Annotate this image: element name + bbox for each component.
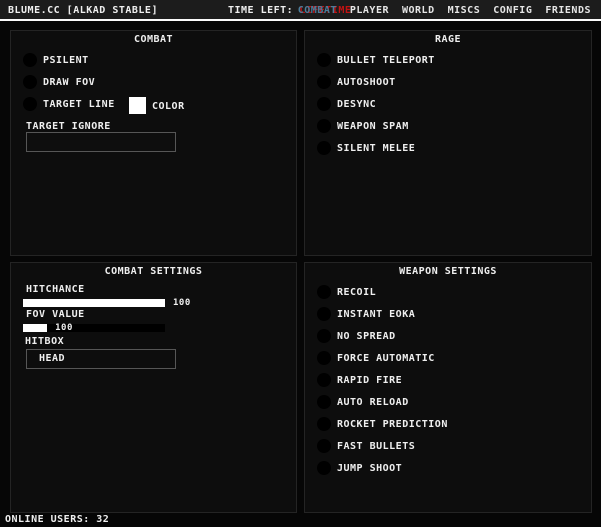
checkbox-recoil[interactable]: RECOIL bbox=[317, 281, 448, 303]
checkbox-circle-icon[interactable] bbox=[317, 307, 331, 321]
target-ignore-input[interactable] bbox=[26, 132, 176, 152]
tab-config[interactable]: CONFIG bbox=[493, 5, 532, 16]
checkbox-circle-icon[interactable] bbox=[317, 417, 331, 431]
checkbox-circle-icon[interactable] bbox=[23, 97, 37, 111]
panel-combat: COMBAT PSILENTDRAW FOVTARGET LINE COLOR … bbox=[10, 30, 297, 256]
checkbox-draw-fov[interactable]: DRAW FOV bbox=[23, 71, 115, 93]
hitbox-selected-value: HEAD bbox=[39, 353, 65, 364]
checkbox-label: FORCE AUTOMATIC bbox=[337, 353, 435, 364]
time-left-label: TIME LEFT: bbox=[228, 5, 293, 16]
checkbox-label: JUMP SHOOT bbox=[337, 463, 402, 474]
checkbox-circle-icon[interactable] bbox=[23, 53, 37, 67]
checkbox-circle-icon[interactable] bbox=[317, 439, 331, 453]
checkbox-fast-bullets[interactable]: FAST BULLETS bbox=[317, 435, 448, 457]
titlebar: BLUME.CC [ALKAD STABLE] TIME LEFT:LIFETI… bbox=[0, 0, 601, 21]
checkbox-circle-icon[interactable] bbox=[317, 75, 331, 89]
hitbox-dropdown[interactable]: HEAD bbox=[26, 349, 176, 369]
checkbox-label: TARGET LINE bbox=[43, 99, 115, 110]
fov-value-label: FOV VALUE bbox=[26, 309, 85, 320]
checkbox-label: BULLET TELEPORT bbox=[337, 55, 435, 66]
checkbox-label: AUTO RELOAD bbox=[337, 397, 409, 408]
checkbox-label: DRAW FOV bbox=[43, 77, 95, 88]
checkbox-no-spread[interactable]: NO SPREAD bbox=[317, 325, 448, 347]
hitchance-slider[interactable]: 100 bbox=[23, 299, 165, 307]
checkbox-rocket-prediction[interactable]: ROCKET PREDICTION bbox=[317, 413, 448, 435]
checkbox-desync[interactable]: DESYNC bbox=[317, 93, 435, 115]
checkbox-circle-icon[interactable] bbox=[317, 395, 331, 409]
weapon-toggle-list: RECOIL INSTANT EOKA NO SPREAD FORCE AUTOMAT… bbox=[317, 281, 448, 479]
checkbox-label: FAST BULLETS bbox=[337, 441, 415, 452]
checkbox-instant-eoka[interactable]: INSTANT EOKA bbox=[317, 303, 448, 325]
fov-value-slider[interactable]: 100 bbox=[23, 324, 165, 332]
checkbox-label: ROCKET PREDICTION bbox=[337, 419, 448, 430]
checkbox-label: RAPID FIRE bbox=[337, 375, 402, 386]
checkbox-circle-icon[interactable] bbox=[317, 373, 331, 387]
checkbox-force-automatic[interactable]: FORCE AUTOMATIC bbox=[317, 347, 448, 369]
checkbox-target-line[interactable]: TARGET LINE bbox=[23, 93, 115, 115]
panel-combat-settings-title: COMBAT SETTINGS bbox=[11, 266, 296, 277]
checkbox-circle-icon[interactable] bbox=[317, 97, 331, 111]
checkbox-psilent[interactable]: PSILENT bbox=[23, 49, 115, 71]
checkbox-label: RECOIL bbox=[337, 287, 376, 298]
tab-bar: COMBAT PLAYER WORLD MISCS CONFIG FRIENDS bbox=[298, 5, 591, 16]
panel-rage-title: RAGE bbox=[305, 34, 591, 45]
checkbox-jump-shoot[interactable]: JUMP SHOOT bbox=[317, 457, 448, 479]
panel-combat-title: COMBAT bbox=[11, 34, 296, 45]
hitchance-value: 100 bbox=[173, 298, 191, 308]
checkbox-label: INSTANT EOKA bbox=[337, 309, 415, 320]
checkbox-label: PSILENT bbox=[43, 55, 89, 66]
checkbox-autoshoot[interactable]: AUTOSHOOT bbox=[317, 71, 435, 93]
panel-weapon-settings-title: WEAPON SETTINGS bbox=[305, 266, 591, 277]
checkbox-weapon-spam[interactable]: WEAPON SPAM bbox=[317, 115, 435, 137]
checkbox-circle-icon[interactable] bbox=[317, 285, 331, 299]
app-title: BLUME.CC [ALKAD STABLE] bbox=[8, 5, 158, 16]
checkbox-bullet-teleport[interactable]: BULLET TELEPORT bbox=[317, 49, 435, 71]
tab-world[interactable]: WORLD bbox=[402, 5, 435, 16]
tab-friends[interactable]: FRIENDS bbox=[545, 5, 591, 16]
checkbox-circle-icon[interactable] bbox=[317, 53, 331, 67]
checkbox-label: DESYNC bbox=[337, 99, 376, 110]
checkbox-label: NO SPREAD bbox=[337, 331, 396, 342]
checkbox-circle-icon[interactable] bbox=[317, 461, 331, 475]
checkbox-circle-icon[interactable] bbox=[23, 75, 37, 89]
tab-player[interactable]: PLAYER bbox=[350, 5, 389, 16]
panel-weapon-settings: WEAPON SETTINGS RECOIL INSTANT EOKA NO SPR… bbox=[304, 262, 592, 513]
checkbox-circle-icon[interactable] bbox=[317, 141, 331, 155]
checkbox-rapid-fire[interactable]: RAPID FIRE bbox=[317, 369, 448, 391]
target-ignore-label: TARGET IGNORE bbox=[26, 121, 111, 132]
panel-combat-settings: COMBAT SETTINGS HITCHANCE 100 FOV VALUE … bbox=[10, 262, 297, 513]
checkbox-circle-icon[interactable] bbox=[317, 351, 331, 365]
online-users-status: ONLINE USERS: 32 bbox=[5, 514, 109, 525]
fov-value: 100 bbox=[55, 323, 73, 333]
target-line-color-swatch[interactable] bbox=[129, 97, 146, 114]
checkbox-label: WEAPON SPAM bbox=[337, 121, 409, 132]
panel-rage: RAGE BULLET TELEPORT AUTOSHOOT DESYNC WEAPO… bbox=[304, 30, 592, 256]
checkbox-circle-icon[interactable] bbox=[317, 329, 331, 343]
hitchance-slider-fill bbox=[23, 299, 165, 307]
hitchance-label: HITCHANCE bbox=[26, 284, 85, 295]
fov-slider-fill bbox=[23, 324, 47, 332]
checkbox-circle-icon[interactable] bbox=[317, 119, 331, 133]
tab-combat[interactable]: COMBAT bbox=[298, 5, 337, 16]
checkbox-label: SILENT MELEE bbox=[337, 143, 415, 154]
combat-toggle-list: PSILENT DRAW FOV TARGET LINE bbox=[23, 49, 115, 115]
checkbox-silent-melee[interactable]: SILENT MELEE bbox=[317, 137, 435, 159]
color-label: COLOR bbox=[152, 101, 185, 112]
rage-toggle-list: BULLET TELEPORT AUTOSHOOT DESYNC WEAPON SPA… bbox=[317, 49, 435, 159]
checkbox-label: AUTOSHOOT bbox=[337, 77, 396, 88]
tab-miscs[interactable]: MISCS bbox=[448, 5, 481, 16]
hitbox-label: HITBOX bbox=[25, 336, 64, 347]
checkbox-auto-reload[interactable]: AUTO RELOAD bbox=[317, 391, 448, 413]
